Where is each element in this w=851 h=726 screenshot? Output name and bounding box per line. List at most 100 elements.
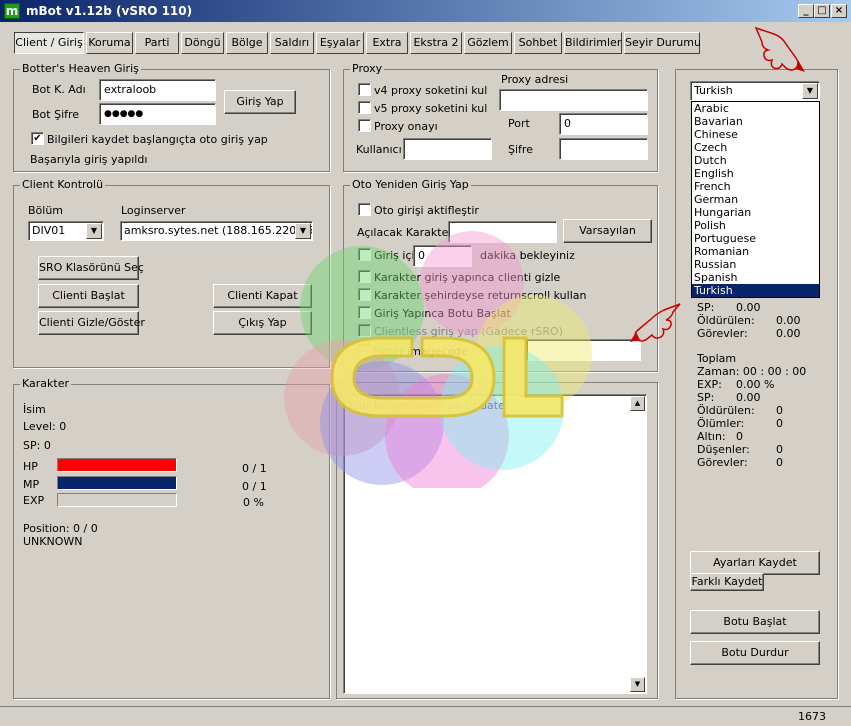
v5-proxy-checkbox[interactable] [358,101,371,114]
hide-client-checkbox[interactable] [358,270,371,283]
total-quests-label: Görevler: [697,456,748,469]
language-option[interactable]: Spanish [692,271,819,284]
start-bot-on-login-checkbox[interactable] [358,306,371,319]
proxy-user-label: Kullanıcı [356,143,402,156]
app-icon: m [4,3,20,19]
chevron-down-icon[interactable]: ▼ [802,83,818,99]
return-scroll-checkbox[interactable] [358,288,371,301]
tab-koruma[interactable]: Koruma [86,32,133,54]
character-to-open-input[interactable] [448,221,557,243]
total-deaths-value: 0 [776,417,783,430]
wait-minutes-input[interactable]: 0 [413,245,472,267]
division-value: DIV01 [32,224,66,237]
select-sro-folder-button[interactable]: SRO Klasörünü Seç [38,256,144,280]
tab-gozlem[interactable]: Gözlem [464,32,512,54]
scroll-up-icon[interactable]: ▲ [630,396,645,411]
log-textarea[interactable]: Your botversion is up to date! ▲ ▼ [343,394,647,694]
language-dropdown-list[interactable]: Arabic Bavarian Chinese Czech Dutch Engl… [691,101,820,298]
status-bar-value: 1673 [798,710,826,723]
tab-bolge[interactable]: Bölge [226,32,268,54]
close-button[interactable]: × [831,4,847,18]
minimize-button[interactable]: _ [798,4,814,18]
username-input[interactable]: extraloob [99,79,216,101]
language-option[interactable]: Polish [692,219,819,232]
close-client-button[interactable]: Clienti Kapat [213,284,312,308]
title-bar[interactable]: m mBot v1.12b (vSRO 110) _ □ × [0,0,851,22]
language-option[interactable]: Arabic [692,102,819,115]
proxy-confirm-checkbox[interactable] [358,119,371,132]
start-bot-button[interactable]: Botu Başlat [690,610,820,634]
loginserver-select[interactable]: amksro.sytes.net (188.165.220.153) ▼ [120,221,313,241]
total-killed-label: Öldürülen: [697,404,755,417]
maximize-button[interactable]: □ [814,4,830,18]
tab-ekstra-2[interactable]: Ekstra 2 [410,32,462,54]
total-stats-title: Toplam [697,352,737,365]
start-client-button[interactable]: Clienti Başlat [38,284,139,308]
exit-button[interactable]: Çıkış Yap [213,311,312,335]
proxy-port-input[interactable]: 0 [559,113,648,135]
imagecode-checkbox[interactable] [358,344,371,357]
status-bar: 1673 [0,706,851,726]
language-option[interactable]: French [692,180,819,193]
proxy-port-label: Port [508,117,530,130]
auto-login-checkbox[interactable] [358,203,371,216]
chevron-down-icon[interactable]: ▼ [86,223,102,239]
tab-esyalar[interactable]: Eşyalar [316,32,364,54]
language-option[interactable]: English [692,167,819,180]
character-level: Level: 0 [23,420,67,433]
language-option[interactable]: Bavarian [692,115,819,128]
division-select[interactable]: DIV01 ▼ [28,221,104,241]
total-gold-label: Altın: [697,430,726,443]
save-as-button[interactable]: Farklı Kaydet [690,573,764,591]
login-status: Başarıyla giriş yapıldı [30,153,148,166]
tab-dongu[interactable]: Döngü [181,32,224,54]
language-option[interactable]: German [692,193,819,206]
language-option[interactable]: Czech [692,141,819,154]
proxy-user-input[interactable] [403,138,492,160]
character-sp: SP: 0 [23,439,51,452]
exp-bar [57,493,177,507]
login-button[interactable]: Giriş Yap [224,90,296,114]
language-option[interactable]: Russian [692,258,819,271]
language-option[interactable]: Dutch [692,154,819,167]
client-control-title: Client Kontrolü [20,178,106,191]
proxy-address-input[interactable] [499,89,648,111]
wait-checkbox[interactable] [358,248,371,261]
hide-show-client-button[interactable]: Clienti Gizle/Göster [38,311,145,335]
scroll-down-icon[interactable]: ▼ [630,677,645,692]
language-select[interactable]: Turkish ▼ [690,81,820,101]
language-option[interactable]: Romanian [692,245,819,258]
proxy-pass-input[interactable] [559,138,648,160]
v4-proxy-checkbox[interactable] [358,83,371,96]
return-scroll-label: Karakter şehirdeyse returnscroll kullan [374,289,587,302]
total-time: Zaman: 00 : 00 : 00 [697,365,807,378]
tab-sohbet[interactable]: Sohbet [514,32,562,54]
password-input[interactable]: ●●●●● [99,103,216,125]
tab-extra[interactable]: Extra [366,32,408,54]
total-sp-label: SP: [697,391,715,404]
tab-client-giris[interactable]: Client / Giriş [14,32,84,54]
mp-value: 0 / 1 [242,480,267,493]
language-option-selected[interactable]: Turkish [692,284,819,297]
default-button[interactable]: Varsayılan [563,219,652,243]
tab-saldiri[interactable]: Saldırı [270,32,314,54]
username-label: Bot K. Adı [32,83,86,96]
remember-checkbox[interactable]: ✔ [31,132,44,145]
session-killed-value: 0.00 [776,314,801,327]
tab-seyir-durumu[interactable]: Seyir Durumu [624,32,701,54]
log-message: Your botversion is up to date! [347,399,510,412]
character-position: Position: 0 / 0 [23,522,98,535]
session-killed-label: Öldürülen: [697,314,755,327]
session-sp-label: SP: [697,301,715,314]
tab-bildirimler[interactable]: Bildirimler [564,32,622,54]
tab-parti[interactable]: Parti [135,32,179,54]
stop-bot-button[interactable]: Botu Durdur [690,641,820,665]
chevron-down-icon[interactable]: ▼ [295,223,311,239]
language-option[interactable]: Chinese [692,128,819,141]
relogin-group-title: Oto Yeniden Giriş Yap [350,178,471,191]
language-option[interactable]: Hungarian [692,206,819,219]
language-option[interactable]: Portuguese [692,232,819,245]
total-exp-value: 0.00 % [736,378,775,391]
save-settings-button[interactable]: Ayarları Kaydet [690,551,820,575]
imagecode-input[interactable] [526,339,641,361]
